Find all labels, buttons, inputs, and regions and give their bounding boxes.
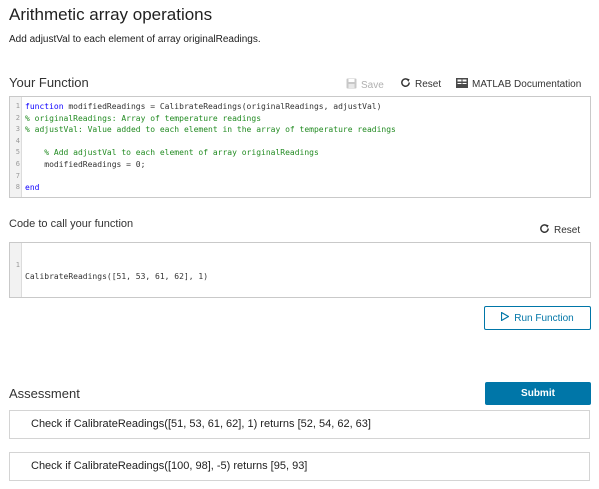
- matlab-documentation-link[interactable]: MATLAB Documentation: [456, 78, 581, 91]
- comment-text: % originalReadings: Array of temperature…: [25, 113, 262, 123]
- code-text: modifiedReadings = 0;: [25, 159, 145, 170]
- save-icon: [346, 78, 357, 92]
- call-code: CalibrateReadings([51, 53, 61, 62], 1): [25, 272, 209, 281]
- save-button[interactable]: Save: [346, 78, 384, 92]
- comment-text: % Add adjustVal to each element of array…: [25, 148, 319, 158]
- line-number: 1: [15, 261, 20, 269]
- code-line: 2 % originalReadings: Array of temperatur…: [10, 113, 590, 124]
- line-number: 8: [15, 183, 20, 192]
- assessment-check[interactable]: Check if CalibrateReadings([51, 53, 61, …: [9, 410, 590, 439]
- line-number: 3: [15, 125, 20, 134]
- call-reset-button[interactable]: Reset: [539, 223, 580, 237]
- call-editor[interactable]: 1 CalibrateReadings([51, 53, 61, 62], 1): [9, 242, 591, 298]
- run-function-label: Run Function: [514, 312, 574, 324]
- function-reset-button[interactable]: Reset: [400, 77, 441, 91]
- line-number: 2: [15, 113, 20, 122]
- call-section-title: Code to call your function: [9, 218, 134, 230]
- code-line: 1 function modifiedReadings = CalibrateRe…: [10, 101, 590, 112]
- code-line: 6 modifiedReadings = 0;: [10, 159, 590, 170]
- keyword: end: [25, 183, 40, 193]
- submit-button[interactable]: Submit: [485, 382, 591, 405]
- code-text: % adjustVal: Value added to each element…: [25, 124, 396, 135]
- keyword: function: [25, 102, 64, 111]
- run-function-button[interactable]: Run Function: [484, 306, 591, 330]
- reset-icon: [400, 77, 411, 91]
- code-line: 3 % adjustVal: Value added to each elemen…: [10, 124, 590, 135]
- comment-text: % adjustVal: Value added to each element…: [25, 125, 396, 135]
- function-editor[interactable]: 1 function modifiedReadings = CalibrateRe…: [9, 96, 591, 198]
- code-text: % Add adjustVal to each element of array…: [25, 147, 319, 158]
- your-function-title: Your Function: [9, 75, 89, 90]
- assessment-check[interactable]: Check if CalibrateReadings([100, 98], -5…: [9, 452, 590, 481]
- code-text: end: [25, 182, 39, 193]
- line-number: 1: [15, 102, 20, 110]
- code-line: 8 end: [10, 182, 590, 193]
- line-number: 7: [15, 171, 20, 180]
- assessment-title: Assessment: [9, 386, 80, 401]
- matlab-docs-icon: [456, 78, 468, 91]
- code-text: % originalReadings: Array of temperature…: [25, 113, 261, 124]
- problem-title: Arithmetic array operations: [9, 5, 213, 24]
- reset-label: Reset: [554, 224, 581, 236]
- play-icon: [501, 311, 510, 324]
- save-label: Save: [361, 79, 384, 91]
- line-number: 6: [15, 160, 20, 168]
- line-number: 5: [15, 148, 20, 157]
- line-number: 4: [15, 136, 20, 145]
- code-line: 7: [10, 171, 590, 182]
- problem-description: Add adjustVal to each element of array o…: [9, 34, 261, 45]
- code-line: 4: [10, 136, 590, 147]
- code-line: 5 % Add adjustVal to each element of arr…: [10, 147, 590, 158]
- statement-text: modifiedReadings = 0;: [25, 160, 146, 169]
- matlab-docs-label: MATLAB Documentation: [472, 79, 582, 90]
- code-text: function modifiedReadings = CalibrateRea…: [25, 101, 381, 112]
- reset-icon: [539, 223, 550, 237]
- code-line: 1 CalibrateReadings([51, 53, 61, 62], 1): [10, 249, 590, 281]
- statement-text: modifiedReadings = CalibrateReadings(ori…: [63, 102, 382, 111]
- reset-label: Reset: [415, 78, 442, 90]
